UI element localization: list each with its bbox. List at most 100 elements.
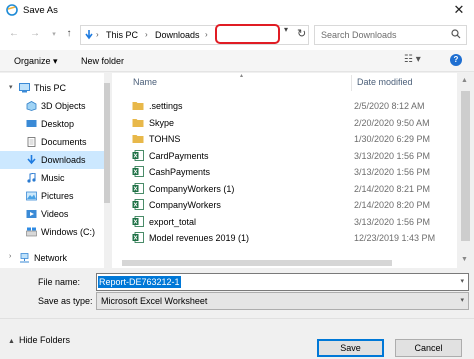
table-row[interactable]: Skype 2/20/2020 9:50 AM: [128, 115, 448, 131]
save-as-type-dropdown-icon[interactable]: ▾: [460, 296, 464, 304]
recent-locations-chevron-icon[interactable]: ▾: [48, 30, 60, 38]
breadcrumb-separator-icon: ›: [205, 30, 208, 39]
forward-arrow-icon[interactable]: →: [29, 28, 41, 39]
search-placeholder: Search Downloads: [321, 30, 397, 40]
sidebar-item-network[interactable]: › Network: [0, 249, 108, 267]
file-name-input[interactable]: Report-DE763212-1 ▾: [96, 273, 469, 291]
sidebar-item-label: Windows (C:): [41, 227, 96, 237]
hide-folders-button[interactable]: ▲ Hide Folders: [8, 335, 70, 345]
table-row[interactable]: CardPayments 3/13/2020 1:56 PM: [128, 148, 448, 164]
file-name: Skype: [149, 117, 175, 128]
up-arrow-icon[interactable]: ↑: [63, 28, 75, 39]
file-name: Model revenues 2019 (1): [149, 233, 250, 243]
organize-button[interactable]: Organize ▾: [14, 56, 58, 67]
file-name: CompanyWorkers (1): [149, 183, 235, 194]
file-name: export_total: [149, 216, 197, 227]
save-dialog-icon: [6, 4, 18, 16]
documents-icon: [27, 137, 36, 147]
scrollbar-thumb[interactable]: [122, 260, 392, 266]
file-name-label: File name:: [38, 277, 81, 287]
table-row[interactable]: CompanyWorkers 2/14/2020 8:20 PM: [128, 197, 448, 213]
cancel-button[interactable]: Cancel: [395, 339, 462, 357]
file-list-scrollbar[interactable]: ▲ ▼: [457, 73, 474, 268]
sidebar-item-3d-objects[interactable]: 3D Objects: [0, 97, 108, 115]
file-list: ▴ Name Date modified .settings 2/5/2020 8…: [112, 73, 474, 268]
file-date: 1/30/2020 6:29 PM: [354, 134, 431, 144]
search-input[interactable]: Search Downloads: [314, 25, 467, 45]
table-row[interactable]: CashPayments 3/13/2020 1:56 PM: [128, 164, 448, 180]
sidebar-item-music[interactable]: Music: [0, 169, 108, 187]
file-name: .settings: [149, 101, 183, 111]
sidebar-item-label: This PC: [34, 83, 67, 93]
file-date: 3/13/2020 1:56 PM: [354, 167, 431, 177]
scroll-up-arrow-icon[interactable]: ▲: [461, 77, 468, 84]
refresh-icon[interactable]: ↻: [297, 27, 306, 40]
sidebar-item-documents[interactable]: Documents: [0, 133, 108, 151]
horizontal-scrollbar[interactable]: [112, 258, 457, 268]
file-date: 3/13/2020 1:56 PM: [354, 216, 431, 227]
scrollbar-thumb[interactable]: [104, 83, 110, 203]
navigation-pane: ▾ This PC 3D Objects Desktop Documents D…: [0, 73, 110, 268]
network-icon: [20, 253, 29, 263]
column-header-name[interactable]: Name: [133, 77, 157, 87]
file-date: 2/20/2020 9:50 AM: [354, 117, 430, 128]
folder-icon: [132, 135, 144, 143]
title-bar: Save As ✕: [0, 0, 474, 20]
scrollbar-thumb[interactable]: [461, 91, 470, 241]
close-icon[interactable]: ✕: [450, 2, 468, 18]
sidebar-item-pictures[interactable]: Pictures: [0, 187, 108, 205]
3d-objects-icon: [26, 101, 37, 111]
command-bar: Organize ▾ New folder ☷ ▾ ?: [0, 50, 474, 72]
table-row[interactable]: .settings 2/5/2020 8:12 AM: [128, 98, 448, 114]
caret-up-icon: ▲: [8, 338, 15, 345]
file-date: 12/23/2019 1:43 PM: [354, 233, 436, 243]
file-name: CashPayments: [149, 167, 211, 177]
file-name-selected-text[interactable]: Report-DE763212-1: [98, 276, 181, 288]
sidebar-item-windows-c[interactable]: Windows (C:): [0, 223, 108, 241]
sidebar-item-label: Desktop: [41, 119, 75, 129]
table-row[interactable]: export_total 3/13/2020 1:56 PM: [128, 214, 448, 230]
videos-icon: [26, 210, 37, 218]
sidebar-item-label: Documents: [41, 137, 87, 147]
view-options-icon[interactable]: ☷ ▾: [404, 54, 421, 65]
file-name: CompanyWorkers: [149, 200, 221, 210]
excel-file-icon: [132, 182, 144, 194]
navigation-scrollbar[interactable]: [104, 73, 110, 268]
excel-file-icon: [132, 199, 144, 210]
sidebar-item-label: Downloads: [41, 155, 86, 165]
file-name-dropdown-icon[interactable]: ▾: [460, 277, 464, 285]
scroll-down-arrow-icon[interactable]: ▼: [461, 256, 468, 263]
save-as-type-select[interactable]: Microsoft Excel Worksheet ▾: [96, 292, 469, 310]
sidebar-item-label: Music: [41, 173, 65, 183]
highlight-annotation: [215, 24, 280, 44]
sidebar-item-downloads[interactable]: Downloads: [0, 151, 108, 169]
breadcrumb-this-pc[interactable]: This PC: [106, 30, 138, 40]
window-title: Save As: [23, 5, 58, 16]
file-name: CardPayments: [149, 150, 209, 161]
address-dropdown-icon[interactable]: ▾: [284, 25, 288, 34]
new-folder-button[interactable]: New folder: [81, 56, 124, 66]
folder-icon: [132, 102, 144, 110]
save-button[interactable]: Save: [317, 339, 384, 357]
collapse-chevron-icon[interactable]: ›: [9, 253, 11, 260]
hide-folders-label: Hide Folders: [18, 335, 70, 345]
breadcrumb-downloads[interactable]: Downloads: [155, 30, 200, 40]
breadcrumb-separator-icon: ›: [145, 30, 148, 39]
expand-chevron-icon[interactable]: ▾: [9, 83, 13, 91]
downloads-icon: [27, 155, 36, 165]
save-form: File name: Report-DE763212-1 ▾ Save as t…: [0, 268, 474, 318]
excel-file-icon: [132, 215, 144, 227]
file-date: 2/5/2020 8:12 AM: [354, 101, 425, 111]
table-row[interactable]: TOHNS 1/30/2020 6:29 PM: [128, 131, 448, 147]
sidebar-item-desktop[interactable]: Desktop: [0, 115, 108, 133]
back-arrow-icon[interactable]: ←: [8, 28, 20, 39]
table-row[interactable]: CompanyWorkers (1) 2/14/2020 8:21 PM: [128, 181, 448, 197]
file-date: 2/14/2020 8:20 PM: [354, 200, 431, 210]
column-divider[interactable]: [351, 75, 352, 91]
sidebar-item-this-pc[interactable]: ▾ This PC: [0, 79, 108, 97]
help-icon[interactable]: ?: [450, 54, 462, 66]
sidebar-item-videos[interactable]: Videos: [0, 205, 108, 223]
file-date: 2/14/2020 8:21 PM: [354, 183, 431, 194]
column-header-date[interactable]: Date modified: [357, 77, 413, 87]
table-row[interactable]: Model revenues 2019 (1) 12/23/2019 1:43 P…: [128, 230, 448, 246]
